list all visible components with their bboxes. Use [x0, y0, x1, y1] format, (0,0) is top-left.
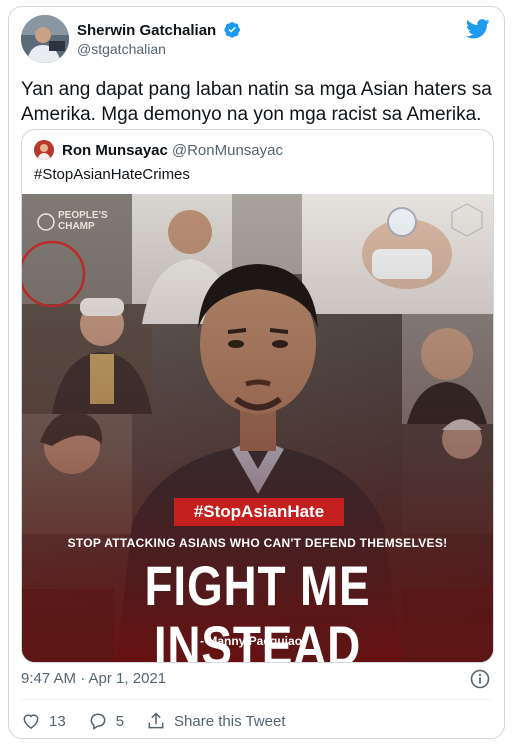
author-avatar[interactable]: [21, 15, 69, 63]
tweet-card[interactable]: Sherwin Gatchalian @stgatchalian Yan ang…: [8, 6, 505, 739]
tweet-timestamp[interactable]: 9:47 AM · Apr 1, 2021: [21, 670, 166, 687]
info-icon[interactable]: [470, 669, 490, 694]
poster-subheadline: STOP ATTACKING ASIANS WHO CAN'T DEFEND T…: [67, 536, 448, 550]
twitter-bird-icon[interactable]: [465, 19, 490, 44]
hashtag-banner: #StopAsianHate: [174, 498, 344, 526]
quoted-tweet-image[interactable]: PEOPLE'S CHAMP #StopAsianHate STOP ATTAC…: [22, 194, 493, 662]
heart-icon: [23, 714, 39, 729]
action-bar: 13 5 Share this Tweet: [21, 709, 307, 733]
share-button[interactable]: Share this Tweet: [146, 711, 285, 731]
quoted-tweet-text[interactable]: #StopAsianHateCrimes: [34, 166, 190, 183]
reply-button[interactable]: 5: [88, 711, 124, 731]
quoted-author-handle[interactable]: @RonMunsayac: [172, 142, 283, 159]
quoted-author-avatar[interactable]: [34, 140, 54, 160]
quoted-author-name[interactable]: Ron Munsayac @RonMunsayac: [62, 142, 283, 159]
reply-count: 5: [115, 712, 125, 730]
watermark-logo: PEOPLE'S CHAMP: [36, 210, 108, 232]
author-handle[interactable]: @stgatchalian: [77, 41, 166, 57]
divider: [21, 699, 492, 700]
like-count: 13: [49, 712, 66, 730]
verified-badge-icon: [224, 21, 241, 42]
watermark-line2: CHAMP: [58, 221, 95, 232]
like-button[interactable]: 13: [21, 711, 66, 731]
quoted-tweet[interactable]: Ron Munsayac @RonMunsayac #StopAsianHateC…: [21, 129, 494, 663]
share-icon: [148, 712, 164, 729]
quoted-author-name-text[interactable]: Ron Munsayac: [62, 142, 168, 159]
watermark-line1: PEOPLE'S: [58, 210, 108, 221]
poster-signature: - Manny Pacquiao: [200, 634, 303, 648]
author-name[interactable]: Sherwin Gatchalian: [77, 21, 241, 42]
share-label: Share this Tweet: [174, 712, 286, 730]
author-name-text[interactable]: Sherwin Gatchalian: [77, 22, 216, 39]
reply-icon: [90, 713, 106, 730]
tweet-text: Yan ang dapat pang laban natin sa mga As…: [21, 79, 492, 125]
